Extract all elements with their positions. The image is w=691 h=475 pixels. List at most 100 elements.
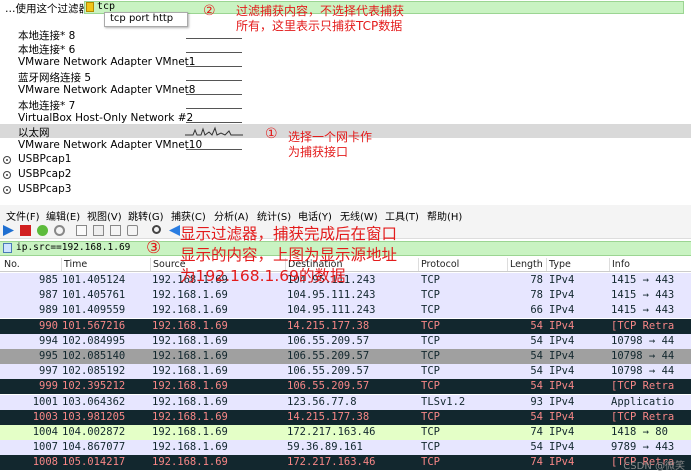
radio-icon[interactable] xyxy=(3,156,11,164)
packet-type: IPv4 xyxy=(549,365,575,378)
column-header[interactable]: Type xyxy=(549,259,571,270)
packet-row[interactable]: 1008 105.014217 192.168.1.69 172.217.163.46… xyxy=(0,455,691,471)
stop-capture-icon[interactable] xyxy=(20,225,31,236)
packet-row[interactable]: 1003 103.981205 192.168.1.69 14.215.177.38 T… xyxy=(0,409,691,425)
packet-time: 102.085140 xyxy=(62,350,126,362)
packet-info: 10798 → 44 xyxy=(611,334,675,347)
interface-item[interactable]: 蓝牙网络连接 5 xyxy=(18,70,91,85)
packet-src: 192.168.1.69 xyxy=(152,319,228,332)
menu-item[interactable]: 电话(Y) xyxy=(298,208,332,223)
packet-proto: TCP xyxy=(421,289,440,302)
watermark: CSDN @微笑 xyxy=(623,461,685,472)
interface-item[interactable]: VirtualBox Host-Only Network #2 xyxy=(18,112,193,124)
menu-item[interactable]: 无线(W) xyxy=(340,208,378,223)
menu-item[interactable]: 文件(F) xyxy=(6,208,40,223)
packet-row[interactable]: 989 101.409559 192.168.1.69 104.95.111.243 T… xyxy=(0,303,691,319)
column-divider[interactable] xyxy=(61,258,62,271)
restart-capture-icon[interactable] xyxy=(37,225,48,236)
packet-no: 990 xyxy=(39,319,58,332)
column-header[interactable]: No. xyxy=(4,259,20,270)
packet-row[interactable]: 990 101.567216 192.168.1.69 14.215.177.38 TC… xyxy=(0,318,691,334)
packet-time: 104.002872 xyxy=(62,426,126,438)
filter-suggestion-item[interactable]: tcp port http xyxy=(110,13,173,24)
packet-dst: 14.215.177.38 xyxy=(287,319,370,332)
packet-proto: TCP xyxy=(421,426,440,438)
traffic-sparkline xyxy=(186,38,242,39)
menu-item[interactable]: 统计(S) xyxy=(257,208,291,223)
packet-row[interactable]: 987 101.405761 192.168.1.69 104.95.111.243 T… xyxy=(0,288,691,304)
menu-item[interactable]: 编辑(E) xyxy=(46,208,80,223)
column-header[interactable]: Protocol xyxy=(421,259,459,270)
packet-time: 102.084995 xyxy=(62,334,126,347)
packet-row[interactable]: 997 102.085192 192.168.1.69 106.55.209.57 TC… xyxy=(0,364,691,380)
radio-icon[interactable] xyxy=(3,186,11,194)
capture-options-icon[interactable] xyxy=(54,225,65,236)
packet-time: 105.014217 xyxy=(62,456,126,469)
packet-dst: 172.217.163.46 xyxy=(287,456,376,469)
packet-len: 54 xyxy=(530,410,543,423)
packet-len: 54 xyxy=(530,365,543,378)
packet-type: IPv4 xyxy=(549,274,575,286)
bookmark-icon[interactable] xyxy=(86,2,94,12)
column-divider[interactable] xyxy=(507,258,508,271)
packet-dst: 59.36.89.161 xyxy=(287,441,363,454)
packet-dst: 106.55.209.57 xyxy=(287,334,370,347)
reload-icon[interactable] xyxy=(127,225,138,236)
packet-row[interactable]: 1004 104.002872 192.168.1.69 172.217.163.46… xyxy=(0,425,691,440)
column-divider[interactable] xyxy=(150,258,151,271)
capture-filter-value[interactable]: tcp xyxy=(97,1,115,12)
interface-item[interactable]: 本地连接* 7 xyxy=(18,98,75,113)
display-filter-value[interactable]: ip.src==192.168.1.69 xyxy=(16,242,130,253)
packet-time: 103.064362 xyxy=(62,395,126,408)
close-file-icon[interactable] xyxy=(110,225,121,236)
packet-row[interactable]: 1007 104.867077 192.168.1.69 59.36.89.161 TC… xyxy=(0,440,691,456)
open-file-icon[interactable] xyxy=(76,225,87,236)
packet-len: 78 xyxy=(530,289,543,302)
column-divider[interactable] xyxy=(609,258,610,271)
packet-len: 54 xyxy=(530,334,543,347)
menu-item[interactable]: 工具(T) xyxy=(385,208,419,223)
interface-item[interactable]: 本地连接* 8 xyxy=(18,28,75,43)
packet-row[interactable]: 1001 103.064362 192.168.1.69 123.56.77.8 TLS… xyxy=(0,394,691,410)
column-divider[interactable] xyxy=(418,258,419,271)
packet-row[interactable]: 995 102.085140 192.168.1.69 106.55.209.57 TC… xyxy=(0,349,691,364)
interface-item[interactable]: VMware Network Adapter VMnet8 xyxy=(18,84,195,96)
capture-filter-label: …使用这个过滤器: xyxy=(5,3,93,15)
interface-item[interactable]: VMware Network Adapter VMnet1 xyxy=(18,56,195,68)
column-divider[interactable] xyxy=(546,258,547,271)
save-file-icon[interactable] xyxy=(93,225,104,236)
filter-bookmark-icon[interactable] xyxy=(3,243,12,253)
packet-row[interactable]: 994 102.084995 192.168.1.69 106.55.209.57 TC… xyxy=(0,333,691,349)
menu-item[interactable]: 分析(A) xyxy=(214,208,249,223)
search-icon[interactable] xyxy=(152,225,161,234)
packet-dst: 123.56.77.8 xyxy=(287,395,357,408)
column-header[interactable]: Info xyxy=(612,259,630,270)
packet-time: 101.409559 xyxy=(62,304,126,317)
annotation-3-line1: 显示过滤器，捕获完成后在窗口 xyxy=(180,225,398,243)
interface-item[interactable]: USBPcap3 xyxy=(18,183,71,195)
packet-len: 54 xyxy=(530,319,543,332)
packet-time: 103.981205 xyxy=(62,410,126,423)
menu-item[interactable]: 跳转(G) xyxy=(128,208,164,223)
packet-no: 995 xyxy=(39,350,58,362)
menu-item[interactable]: 视图(V) xyxy=(87,208,122,223)
annotation-3-line3: 为192.168.1.69的数据 xyxy=(180,267,346,285)
packet-type: IPv4 xyxy=(549,456,575,469)
interface-item[interactable]: 以太网 xyxy=(18,125,50,140)
annotation-3-line2: 显示的内容，上图为显示源地址 xyxy=(180,246,398,264)
column-header[interactable]: Length xyxy=(510,259,543,270)
traffic-sparkline xyxy=(186,149,242,150)
interface-item[interactable]: USBPcap2 xyxy=(18,168,71,180)
menu-item[interactable]: 帮助(H) xyxy=(427,208,462,223)
packet-dst: 106.55.209.57 xyxy=(287,365,370,378)
column-header[interactable]: Time xyxy=(64,259,87,270)
menu-item[interactable]: 捕获(C) xyxy=(171,208,206,223)
packet-src: 192.168.1.69 xyxy=(152,365,228,378)
interface-item[interactable]: 本地连接* 6 xyxy=(18,42,75,57)
packet-src: 192.168.1.69 xyxy=(152,456,228,469)
packet-row[interactable]: 999 102.395212 192.168.1.69 106.55.209.57 TC… xyxy=(0,379,691,395)
traffic-sparkline xyxy=(186,66,242,67)
interface-item[interactable]: USBPcap1 xyxy=(18,153,71,165)
interface-item[interactable]: VMware Network Adapter VMnet10 xyxy=(18,139,202,151)
radio-icon[interactable] xyxy=(3,171,11,179)
